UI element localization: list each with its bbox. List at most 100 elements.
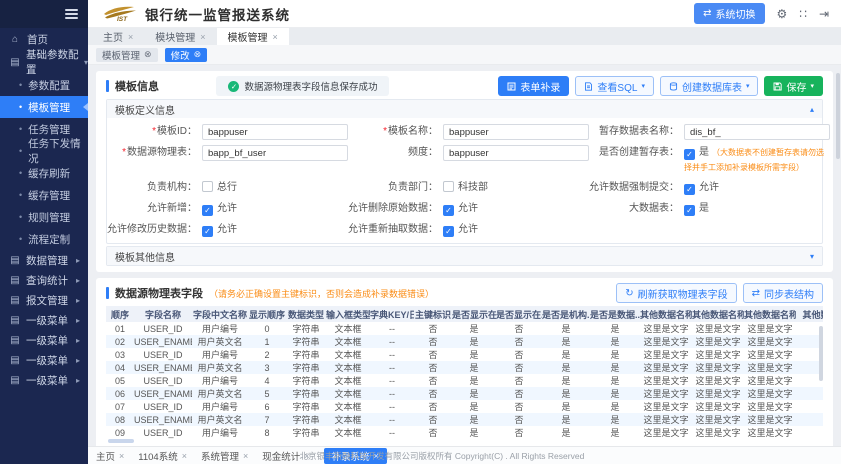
- table-row[interactable]: 04USER_ENAME用户英文名3字符串文本框--否是否是是这里是文字这里是文…: [106, 361, 823, 374]
- tab-item[interactable]: 模块管理×: [144, 28, 216, 45]
- table-row[interactable]: 02USER_ENAME用户英文名1字符串文本框--否是否是是这里是文字这里是文…: [106, 335, 823, 348]
- table-cell: 是: [452, 387, 496, 400]
- taskbar-tab[interactable]: 1104系统×: [138, 449, 187, 463]
- column-header: 是否是数据...: [590, 306, 640, 322]
- sidebar-group[interactable]: ▤一级菜单▸: [0, 350, 88, 370]
- sidebar-item[interactable]: •参数配置: [0, 74, 88, 96]
- sidebar-group[interactable]: ▤一级菜单▸: [0, 310, 88, 330]
- form-supplement-button[interactable]: 表单补录: [498, 76, 569, 96]
- checkbox[interactable]: ✓: [684, 184, 695, 195]
- template-info-header: 模板信息 ✓ 数据源物理表字段信息保存成功 表单补录 查看SQL: [106, 75, 823, 97]
- settings-gear-icon[interactable]: ⚙: [777, 7, 788, 21]
- page-scrollbar[interactable]: [836, 73, 840, 159]
- checkbox[interactable]: ✓: [202, 226, 213, 237]
- table-cell: 这里是文字: [744, 361, 796, 374]
- svg-text:IST: IST: [117, 16, 128, 22]
- table-row[interactable]: 05USER_ID用户编号4字符串文本框--否是否是是这里是文字这里是文字这里是…: [106, 374, 823, 387]
- column-header: 其他数据名称: [744, 306, 796, 322]
- taskbar: 主页×1104系统×系统管理×现金统计×补录系统× 北京银丰新融科技开发有限公司…: [88, 446, 841, 464]
- close-icon[interactable]: ×: [119, 451, 124, 461]
- table-horizontal-scrollbar[interactable]: [108, 439, 134, 443]
- breadcrumb-chip-template-mgmt[interactable]: 模板管理 ⊗: [96, 48, 158, 62]
- sidebar-group-basic-params[interactable]: ▤ 基础参数配置 ▾: [0, 50, 88, 74]
- sidebar-group[interactable]: ▤一级菜单▸: [0, 330, 88, 350]
- sidebar-header: [0, 0, 88, 28]
- create-db-table-button[interactable]: 创建数据库表 ▾: [660, 76, 759, 96]
- view-sql-button[interactable]: 查看SQL ▾: [575, 76, 654, 96]
- checkbox[interactable]: ✓: [684, 205, 695, 216]
- taskbar-tab[interactable]: 系统管理×: [201, 449, 248, 463]
- taskbar-tab[interactable]: 主页×: [96, 449, 124, 463]
- checkbox[interactable]: [202, 181, 213, 192]
- checkbox[interactable]: ✓: [684, 149, 695, 160]
- table-row[interactable]: 08USER_ENAME用户英文名7字符串文本框--否是否是是这里是文字这里是文…: [106, 413, 823, 426]
- sidebar-item[interactable]: •模板管理: [0, 96, 88, 118]
- expand-icon[interactable]: ▾: [810, 252, 814, 261]
- table-cell: 是: [590, 413, 640, 426]
- close-icon[interactable]: ×: [182, 451, 187, 461]
- checkbox[interactable]: ✓: [202, 205, 213, 216]
- refresh-fields-button[interactable]: ↻ 刷新获取物理表字段: [616, 283, 736, 303]
- chevron-down-icon: ▾: [746, 82, 750, 90]
- field-label: 负责部门：: [348, 179, 438, 196]
- save-button[interactable]: 保存 ▾: [764, 76, 823, 96]
- tab-item[interactable]: 主页×: [92, 28, 144, 45]
- column-header: 是否是机构...: [542, 306, 590, 322]
- logout-icon[interactable]: ⇥: [819, 7, 829, 21]
- sidebar-group[interactable]: ▤查询统计▸: [0, 270, 88, 290]
- field-input[interactable]: [202, 124, 348, 140]
- definition-section-header[interactable]: 模板定义信息 ▴: [107, 100, 822, 118]
- table-cell: 是: [542, 322, 590, 335]
- collapse-icon[interactable]: ▴: [810, 105, 814, 114]
- table-cell: USER_ENAME: [134, 413, 192, 426]
- checkbox-label: 科技部: [458, 182, 488, 193]
- field-input[interactable]: [443, 145, 589, 161]
- tab-item[interactable]: 模板管理×: [217, 28, 289, 45]
- table-cell: 否: [414, 322, 452, 335]
- table-row[interactable]: 01USER_ID用户编号0字符串文本框--否是否是是这里是文字这里是文字这里是…: [106, 322, 823, 335]
- close-icon[interactable]: ×: [128, 32, 133, 42]
- column-header: 输入框类型: [326, 306, 370, 322]
- sidebar-item[interactable]: •任务下发情况: [0, 140, 88, 162]
- sidebar-group[interactable]: ▤数据管理▸: [0, 250, 88, 270]
- table-vertical-scrollbar[interactable]: [819, 326, 823, 381]
- checkbox[interactable]: ✓: [443, 226, 454, 237]
- checkbox[interactable]: ✓: [443, 205, 454, 216]
- chevron-right-icon: ▸: [76, 376, 80, 385]
- sidebar-item[interactable]: •缓存管理: [0, 184, 88, 206]
- table-row[interactable]: 06USER_ENAME用户英文名5字符串文本框--否是否是是这里是文字这里是文…: [106, 387, 823, 400]
- close-icon[interactable]: ×: [200, 32, 205, 42]
- system-switch-button[interactable]: ⇄ 系统切换: [694, 3, 764, 24]
- sidebar-group[interactable]: ▤一级菜单▸: [0, 370, 88, 390]
- menu-collapse-icon[interactable]: [65, 7, 78, 21]
- menu-icon: ▤: [9, 375, 21, 386]
- close-icon[interactable]: ×: [273, 32, 278, 42]
- sidebar-group-label: 一级菜单: [26, 333, 68, 348]
- table-row[interactable]: 03USER_ID用户编号2字符串文本框--否是否是是这里是文字这里是文字这里是…: [106, 348, 823, 361]
- table-row[interactable]: 09USER_ID用户编号8字符串文本框--否是否是是这里是文字这里是文字这里是…: [106, 426, 823, 439]
- field-label: 大数据表：: [589, 200, 679, 217]
- sidebar-group[interactable]: ▤报文管理▸: [0, 290, 88, 310]
- fullscreen-icon[interactable]: ∷: [799, 7, 807, 21]
- table-row[interactable]: 07USER_ID用户编号6字符串文本框--否是否是是这里是文字这里是文字这里是…: [106, 400, 823, 413]
- close-icon[interactable]: ×: [243, 451, 248, 461]
- sync-structure-button[interactable]: ⇄ 同步表结构: [743, 283, 823, 303]
- table-cell: 这里是文字: [744, 322, 796, 335]
- close-icon[interactable]: ⊗: [194, 49, 202, 60]
- sidebar-item[interactable]: •缓存刷新: [0, 162, 88, 184]
- close-icon[interactable]: ⊗: [144, 49, 152, 60]
- sidebar-item[interactable]: •流程定制: [0, 228, 88, 250]
- checkbox[interactable]: [443, 181, 454, 192]
- field-input[interactable]: [684, 124, 830, 140]
- other-section-header[interactable]: 模板其他信息 ▾: [107, 247, 822, 265]
- form-field: 允许数据强制提交：✓允许: [589, 177, 830, 198]
- field-input[interactable]: [443, 124, 589, 140]
- table-cell: 是: [590, 361, 640, 374]
- bullet-icon: •: [19, 102, 22, 112]
- breadcrumb-chip-edit[interactable]: 修改 ⊗: [165, 48, 208, 62]
- sidebar-item[interactable]: •规则管理: [0, 206, 88, 228]
- table-cell: 03: [106, 348, 134, 361]
- other-info-section: 模板其他信息 ▾: [106, 246, 823, 266]
- table-cell: --: [370, 322, 414, 335]
- field-input[interactable]: [202, 145, 348, 161]
